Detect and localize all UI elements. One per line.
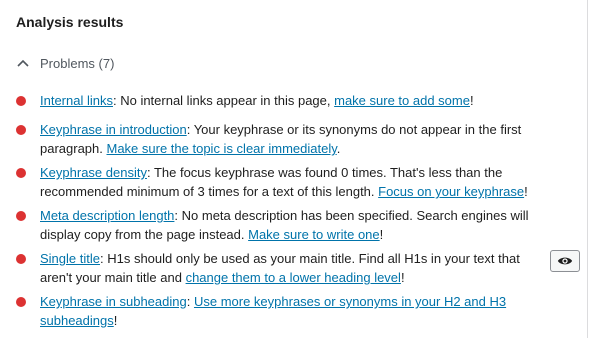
problem-text-end: . xyxy=(336,141,341,156)
problem-text-end: ! xyxy=(400,270,405,285)
problem-cta-link[interactable]: Make sure the topic is clear immediately xyxy=(107,141,337,156)
problem-cta-link[interactable]: change them to a lower heading level xyxy=(186,270,401,285)
problem-status-dot xyxy=(16,211,26,221)
problem-cta-link[interactable]: make sure to add some xyxy=(334,93,470,108)
problem-link[interactable]: Keyphrase in introduction xyxy=(40,122,187,137)
problem-cta-link[interactable]: Focus on your keyphrase xyxy=(378,184,524,199)
problem-text: : xyxy=(186,294,194,309)
problem-status-dot xyxy=(16,125,26,135)
problem-text-end: ! xyxy=(113,313,118,328)
problem-text-end: ! xyxy=(524,184,528,199)
problem-link[interactable]: Single title xyxy=(40,251,100,266)
problem-text-end: ! xyxy=(469,93,474,108)
chevron-up-icon xyxy=(17,59,29,67)
problem-status-dot xyxy=(16,297,26,307)
problems-toggle-label: Problems (7) xyxy=(40,56,115,71)
problems-toggle[interactable]: Problems (7) xyxy=(16,56,114,71)
highlight-button[interactable] xyxy=(550,250,580,272)
problem-link[interactable]: Meta description length xyxy=(40,208,174,223)
panel-scroll-gutter xyxy=(588,0,600,338)
panel-title: Analysis results xyxy=(16,14,124,30)
problem-status-dot xyxy=(16,254,26,264)
eye-icon xyxy=(557,257,573,265)
problem-link[interactable]: Internal links xyxy=(40,93,113,108)
problem-link[interactable]: Keyphrase density xyxy=(40,165,147,180)
problem-link[interactable]: Keyphrase in subheading xyxy=(40,294,187,309)
problem-text-end: ! xyxy=(379,227,384,242)
problem-cta-link[interactable]: Make sure to write one xyxy=(248,227,380,242)
problem-text: : No internal links appear in this page, xyxy=(112,93,335,108)
problem-status-dot xyxy=(16,168,26,178)
problem-status-dot xyxy=(16,96,26,106)
analysis-panel: Analysis results Problems (7) Internal l… xyxy=(0,0,588,338)
